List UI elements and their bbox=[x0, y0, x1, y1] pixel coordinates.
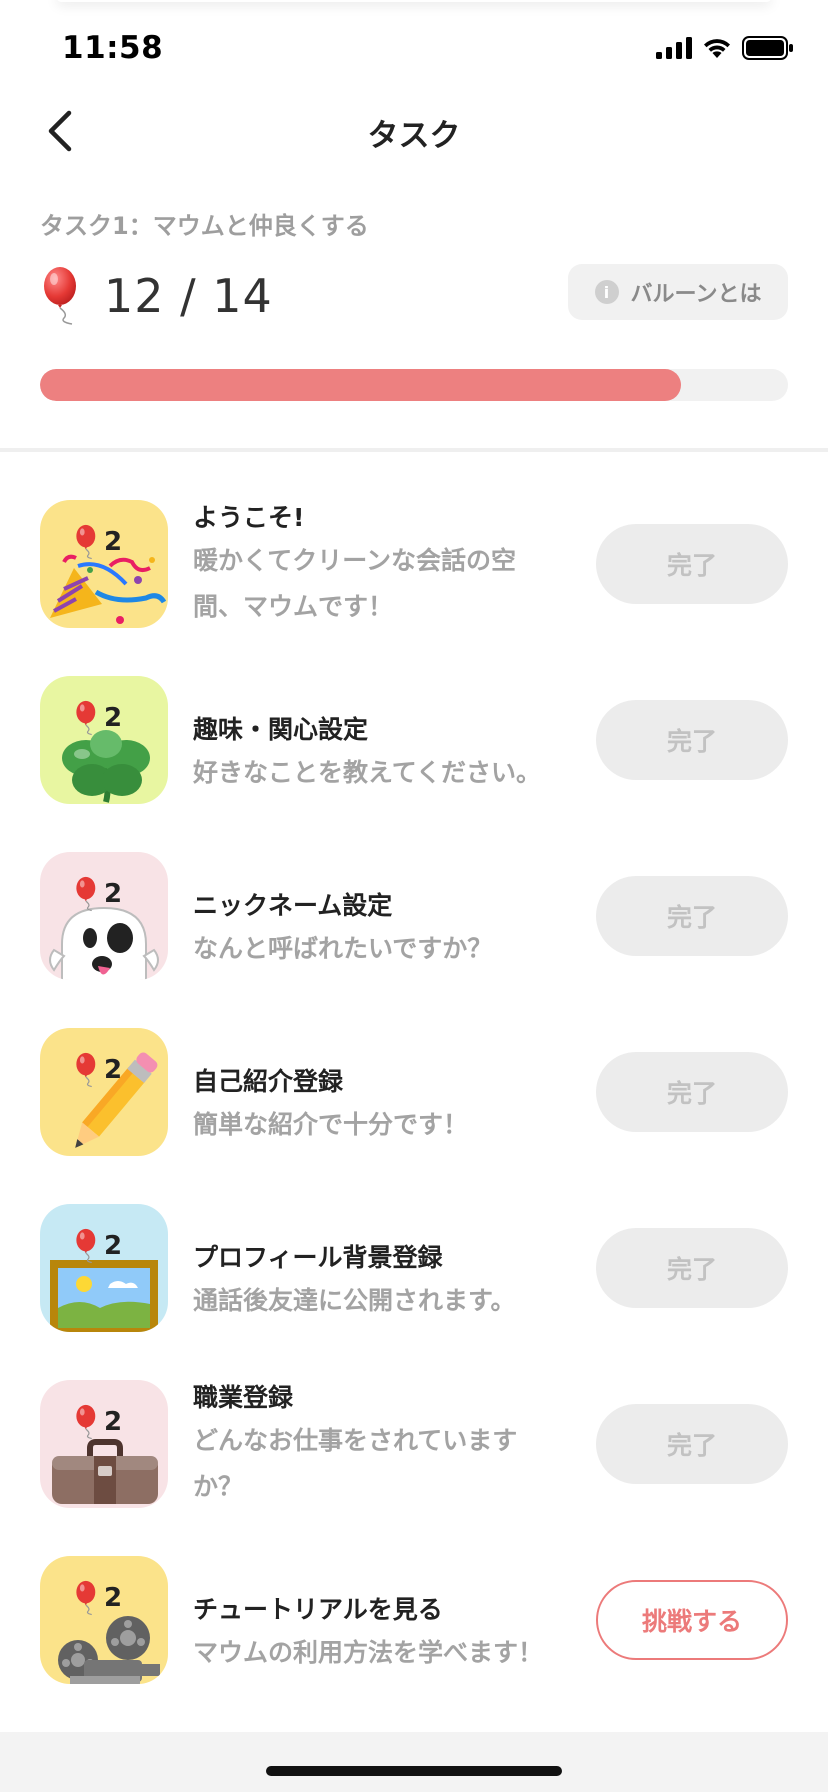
task-subtitle: タスク1：マウムと仲良くする bbox=[40, 212, 369, 240]
task-reward-count: 2 bbox=[104, 1407, 123, 1437]
task-text: 趣味・関心設定 好きなことを教えてください。 bbox=[193, 710, 563, 796]
task-text: 自己紹介登録 簡単な紹介で十分です！ bbox=[193, 1062, 563, 1148]
balloon-info-button[interactable]: i バルーンとは bbox=[568, 264, 788, 320]
task-icon: 2 bbox=[40, 1556, 168, 1684]
task-description: どんなお仕事をされていますか？ bbox=[193, 1426, 518, 1501]
task-text: プロフィール背景登録 通話後友達に公開されます。 bbox=[193, 1238, 563, 1324]
task-item[interactable]: 2 自己紹介登録 簡単な紹介で十分です！ 完了 bbox=[0, 1028, 828, 1168]
task-reward-count: 2 bbox=[104, 703, 123, 733]
task-reward-count: 2 bbox=[104, 1231, 123, 1261]
task-title: チュートリアルを見る bbox=[193, 1595, 443, 1624]
task-item[interactable]: 2 ようこそ! 暖かくてクリーンな会話の空間、マウムです！ 完了 bbox=[0, 500, 828, 640]
balloon-icon bbox=[76, 1404, 96, 1440]
signal-icon bbox=[656, 37, 692, 59]
framed-picture-icon bbox=[40, 1204, 168, 1332]
progress-fill bbox=[40, 369, 682, 401]
task-done-button[interactable]: 完了 bbox=[596, 524, 788, 604]
ghost-icon bbox=[40, 852, 168, 980]
task-reward: 2 bbox=[74, 1228, 122, 1264]
task-icon: 2 bbox=[40, 852, 168, 980]
task-title: プロフィール背景登録 bbox=[193, 1243, 443, 1272]
task-item[interactable]: 2 職業登録 どんなお仕事をされていますか？ 完了 bbox=[0, 1380, 828, 1520]
task-description: 好きなことを教えてください。 bbox=[193, 758, 542, 787]
task-reward: 2 bbox=[74, 1052, 122, 1088]
balloon-icon bbox=[76, 1580, 96, 1616]
page-title: タスク bbox=[367, 118, 461, 154]
task-description: なんと呼ばれたいですか？ bbox=[193, 934, 493, 963]
balloon-icon bbox=[76, 876, 96, 912]
task-reward-count: 2 bbox=[104, 1055, 123, 1085]
task-reward: 2 bbox=[74, 876, 122, 912]
task-reward: 2 bbox=[74, 1580, 122, 1616]
task-description: 簡単な紹介で十分です！ bbox=[193, 1110, 469, 1139]
task-icon: 2 bbox=[40, 1028, 168, 1156]
task-icon: 2 bbox=[40, 500, 168, 628]
balloon-info-label: バルーンとは bbox=[630, 282, 762, 307]
task-icon: 2 bbox=[40, 1204, 168, 1332]
home-indicator bbox=[266, 1766, 562, 1776]
wifi-icon bbox=[704, 39, 730, 58]
nav-bar: タスク bbox=[0, 96, 828, 166]
balloon-count-row: 12 / 14 bbox=[40, 266, 273, 326]
party-popper-icon bbox=[40, 500, 168, 628]
task-title: 趣味・関心設定 bbox=[193, 715, 369, 744]
task-done-button[interactable]: 完了 bbox=[596, 1228, 788, 1308]
balloon-count: 12 / 14 bbox=[104, 269, 273, 323]
task-reward: 2 bbox=[74, 700, 122, 736]
task-text: チュートリアルを見る マウムの利用方法を学べます！ bbox=[193, 1590, 563, 1676]
balloon-icon bbox=[76, 524, 96, 560]
task-item[interactable]: 2 チュートリアルを見る マウムの利用方法を学べます！ 挑戦する bbox=[0, 1556, 828, 1696]
home-bar-area bbox=[0, 1732, 828, 1792]
task-description: 通話後友達に公開されます。 bbox=[193, 1286, 516, 1315]
task-reward-count: 2 bbox=[104, 527, 123, 557]
task-title: 職業登録 bbox=[193, 1383, 294, 1412]
status-icons bbox=[656, 36, 794, 60]
task-text: 職業登録 どんなお仕事をされていますか？ bbox=[193, 1378, 563, 1510]
task-done-button[interactable]: 完了 bbox=[596, 1052, 788, 1132]
status-time: 11:58 bbox=[62, 30, 164, 66]
task-text: ニックネーム設定 なんと呼ばれたいですか？ bbox=[193, 886, 563, 972]
task-item[interactable]: 2 趣味・関心設定 好きなことを教えてください。 完了 bbox=[0, 676, 828, 816]
task-done-button[interactable]: 完了 bbox=[596, 700, 788, 780]
status-bar: 11:58 bbox=[0, 0, 828, 100]
task-text: ようこそ! 暖かくてクリーンな会話の空間、マウムです！ bbox=[193, 498, 563, 630]
four-leaf-clover-icon bbox=[40, 676, 168, 804]
balloon-icon bbox=[76, 1228, 96, 1264]
film-projector-icon bbox=[40, 1556, 168, 1684]
info-icon: i bbox=[594, 280, 619, 304]
task-item[interactable]: 2 ニックネーム設定 なんと呼ばれたいですか？ 完了 bbox=[0, 852, 828, 992]
task-title: ニックネーム設定 bbox=[193, 891, 393, 920]
balloon-icon bbox=[76, 1052, 96, 1088]
task-title: ようこそ! bbox=[193, 503, 305, 532]
task-reward: 2 bbox=[74, 524, 122, 560]
progress-bar bbox=[40, 369, 788, 401]
balloon-icon bbox=[44, 267, 76, 325]
task-icon: 2 bbox=[40, 1380, 168, 1508]
task-done-button[interactable]: 完了 bbox=[596, 876, 788, 956]
task-reward-count: 2 bbox=[104, 879, 123, 909]
pencil-icon bbox=[40, 1028, 168, 1156]
task-icon: 2 bbox=[40, 676, 168, 804]
task-title: 自己紹介登録 bbox=[193, 1067, 344, 1096]
balloon-icon bbox=[76, 700, 96, 736]
task-reward-count: 2 bbox=[104, 1583, 123, 1613]
task-done-button[interactable]: 完了 bbox=[596, 1404, 788, 1484]
divider bbox=[0, 448, 828, 452]
task-reward: 2 bbox=[74, 1404, 122, 1440]
task-description: マウムの利用方法を学べます！ bbox=[193, 1638, 544, 1667]
task-item[interactable]: 2 プロフィール背景登録 通話後友達に公開されます。 完了 bbox=[0, 1204, 828, 1344]
task-description: 暖かくてクリーンな会話の空間、マウムです！ bbox=[193, 546, 517, 621]
battery-icon bbox=[742, 36, 793, 60]
task-challenge-button[interactable]: 挑戦する bbox=[596, 1580, 788, 1660]
briefcase-icon bbox=[40, 1380, 168, 1508]
